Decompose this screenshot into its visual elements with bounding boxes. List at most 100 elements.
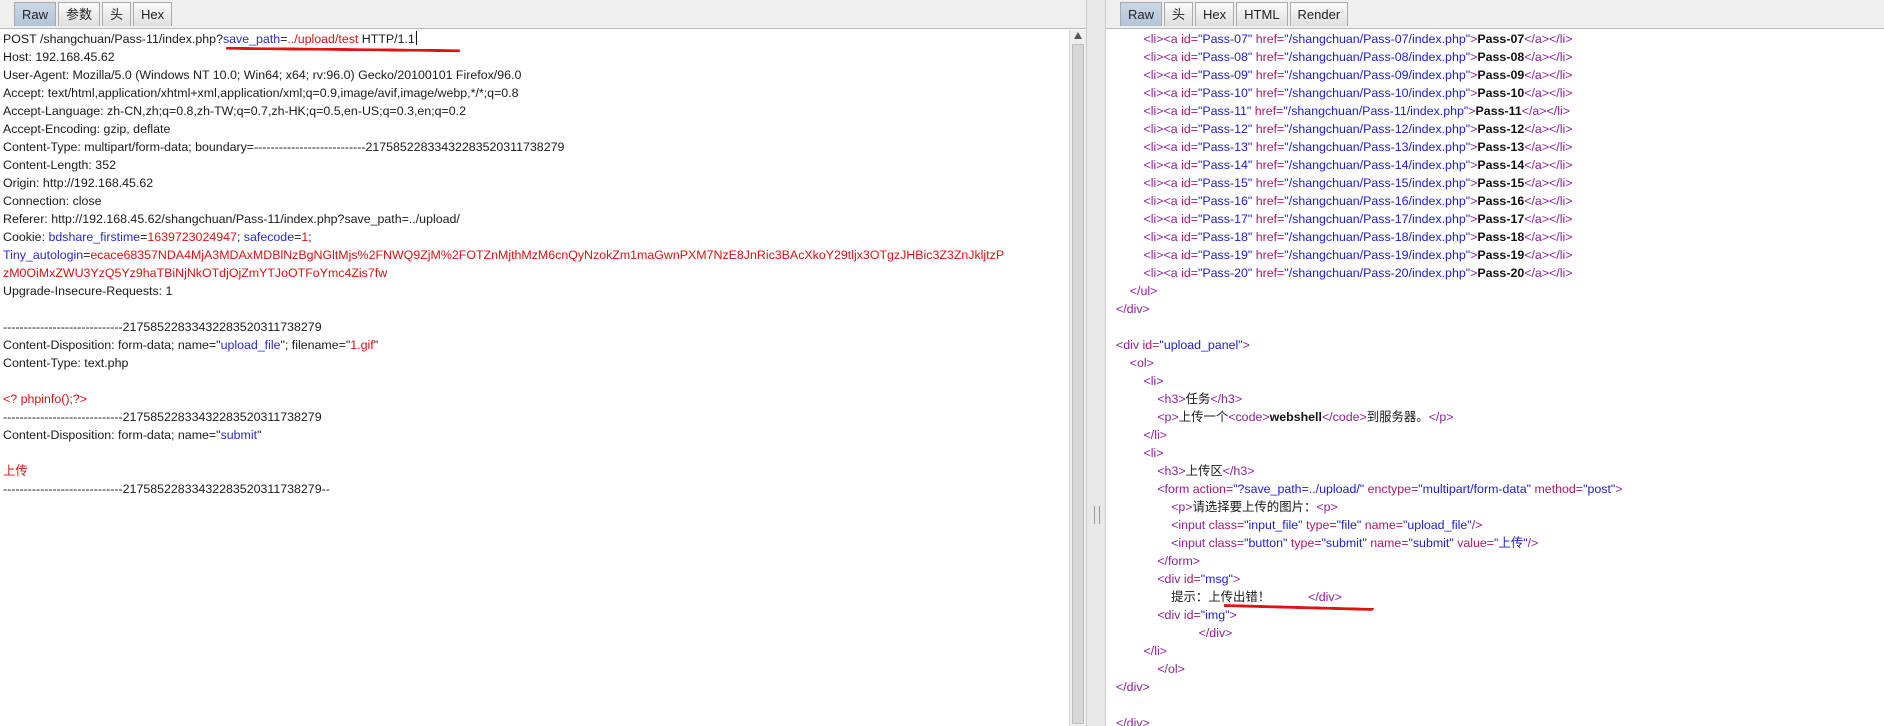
response-tab-0[interactable]: Raw [1120, 2, 1163, 26]
response-token: type= [1305, 518, 1337, 532]
response-token: </li> [1143, 428, 1167, 442]
response-token: <li><a [1143, 248, 1182, 262]
response-token [1116, 284, 1130, 298]
response-token [1116, 536, 1171, 550]
request-editor[interactable]: POST /shangchuan/Pass-11/index.php?save_… [0, 30, 1069, 726]
splitter-grip-icon[interactable] [1094, 506, 1100, 524]
response-token: <p> [1171, 500, 1193, 514]
request-tab-2[interactable]: 头 [102, 2, 132, 26]
request-token: ecace68357NDA4MjA3MDAxMDBlNzBgNGltMjs%2F… [90, 248, 1005, 262]
response-token: webshell [1269, 410, 1322, 424]
response-token [1116, 176, 1144, 190]
response-tab-1[interactable]: 头 [1164, 2, 1194, 26]
request-token: User-Agent: Mozilla/5.0 (Windows NT 10.0… [3, 68, 522, 82]
response-token: id= [1181, 230, 1198, 244]
response-tab-4[interactable]: Render [1289, 2, 1349, 26]
response-token: <li><a [1143, 86, 1182, 100]
response-token [1116, 572, 1157, 586]
response-token: "/shangchuan/Pass-17/index.php" [1284, 212, 1471, 226]
response-token: "/shangchuan/Pass-07/index.php" [1284, 32, 1471, 46]
request-tab-1[interactable]: 参数 [58, 2, 101, 26]
response-token: "/shangchuan/Pass-10/index.php" [1284, 86, 1471, 100]
response-token: </code> [1321, 410, 1367, 424]
response-token [1116, 50, 1144, 64]
scrollbar-thumb[interactable] [1072, 44, 1084, 724]
response-token [1116, 482, 1157, 496]
response-token: 提示：上传出错！ [1116, 590, 1309, 604]
request-tab-3[interactable]: Hex [133, 2, 173, 26]
response-token: id= [1181, 266, 1198, 280]
pane-splitter[interactable] [1086, 0, 1106, 726]
response-token: "Pass-11" [1198, 104, 1255, 118]
response-token: </div> [1116, 716, 1150, 726]
response-token: <p> [1157, 410, 1179, 424]
response-token: id= [1181, 32, 1198, 46]
response-token: "img" [1200, 608, 1230, 622]
response-token: class= [1208, 518, 1245, 532]
request-line: zM0OiMxZWU3YzQ5Yz9haTBiNjNkOTdjOjZmYTJoO… [3, 264, 1069, 282]
response-token: > [1242, 338, 1250, 352]
response-token: href= [1255, 212, 1285, 226]
response-token: <input [1171, 518, 1209, 532]
request-token: 1639723024947 [147, 230, 237, 244]
response-line: <p>请选择要上传的图片：<p> [1116, 498, 1884, 516]
response-token: "/shangchuan/Pass-13/index.php" [1284, 140, 1471, 154]
response-token: "Pass-18" [1198, 230, 1256, 244]
response-viewer[interactable]: <li><a id="Pass-07" href="/shangchuan/Pa… [1106, 30, 1884, 726]
response-token: Pass-15 [1477, 176, 1525, 190]
response-token [1116, 626, 1199, 640]
request-line: User-Agent: Mozilla/5.0 (Windows NT 10.0… [3, 66, 1069, 84]
response-token: "上传" [1494, 536, 1528, 550]
response-token: </h3> [1222, 464, 1255, 478]
response-token: </ul> [1129, 284, 1158, 298]
scroll-up-arrow-icon[interactable] [1074, 32, 1082, 39]
request-token: Tiny_autologin [3, 248, 84, 262]
response-line: <h3>上传区</h3> [1116, 462, 1884, 480]
response-token: </a></li> [1524, 176, 1573, 190]
request-token: upload_file [220, 338, 281, 352]
response-token: </a></li> [1524, 86, 1573, 100]
response-token: <li><a [1143, 194, 1182, 208]
response-token: <li><a [1143, 68, 1182, 82]
response-token: "Pass-13" [1198, 140, 1256, 154]
response-line: <li><a id="Pass-11" href="/shangchuan/Pa… [1116, 102, 1884, 120]
request-line: -----------------------------21758522833… [3, 408, 1069, 426]
response-token: "Pass-16" [1198, 194, 1256, 208]
response-token [1116, 230, 1144, 244]
response-token [1116, 356, 1130, 370]
response-token: "/shangchuan/Pass-08/index.php" [1284, 50, 1471, 64]
response-token: "Pass-17" [1198, 212, 1256, 226]
request-token: Content-Type: multipart/form-data; bound… [3, 140, 565, 154]
response-token: </a></li> [1524, 212, 1573, 226]
response-line: <li> [1116, 444, 1884, 462]
response-token: name= [1370, 536, 1409, 550]
response-token: name= [1364, 518, 1403, 532]
request-scrollbar[interactable] [1069, 30, 1086, 726]
response-token: id= [1181, 50, 1198, 64]
response-token: href= [1255, 248, 1285, 262]
response-token: </form> [1157, 554, 1201, 568]
response-token: href= [1255, 194, 1285, 208]
request-line: Content-Disposition: form-data; name="up… [3, 336, 1069, 354]
request-token: " [257, 428, 262, 442]
response-token: class= [1208, 536, 1245, 550]
response-token: href= [1255, 158, 1285, 172]
request-token: Accept-Language: zh-CN,zh;q=0.8,zh-TW;q=… [3, 104, 466, 118]
response-token: href= [1255, 266, 1285, 280]
response-token: id= [1181, 158, 1198, 172]
response-token: href= [1255, 68, 1285, 82]
response-token [1116, 374, 1144, 388]
response-token: id= [1181, 140, 1198, 154]
response-token: <li><a [1143, 212, 1182, 226]
response-token: id= [1181, 248, 1198, 262]
response-tab-2[interactable]: Hex [1195, 2, 1235, 26]
request-token: Host: 192.168.45.62 [3, 50, 115, 64]
request-token: zM0OiMxZWU3YzQ5Yz9haTBiNjNkOTdjOjZmYTJoO… [3, 266, 388, 280]
request-line: -----------------------------21758522833… [3, 318, 1069, 336]
request-tab-0[interactable]: Raw [14, 2, 57, 26]
request-line [3, 372, 1069, 390]
response-token: value= [1457, 536, 1495, 550]
response-tab-3[interactable]: HTML [1236, 2, 1288, 26]
response-token: "Pass-08" [1198, 50, 1256, 64]
response-tabs: Raw 头 Hex HTML Render [1120, 2, 1350, 26]
